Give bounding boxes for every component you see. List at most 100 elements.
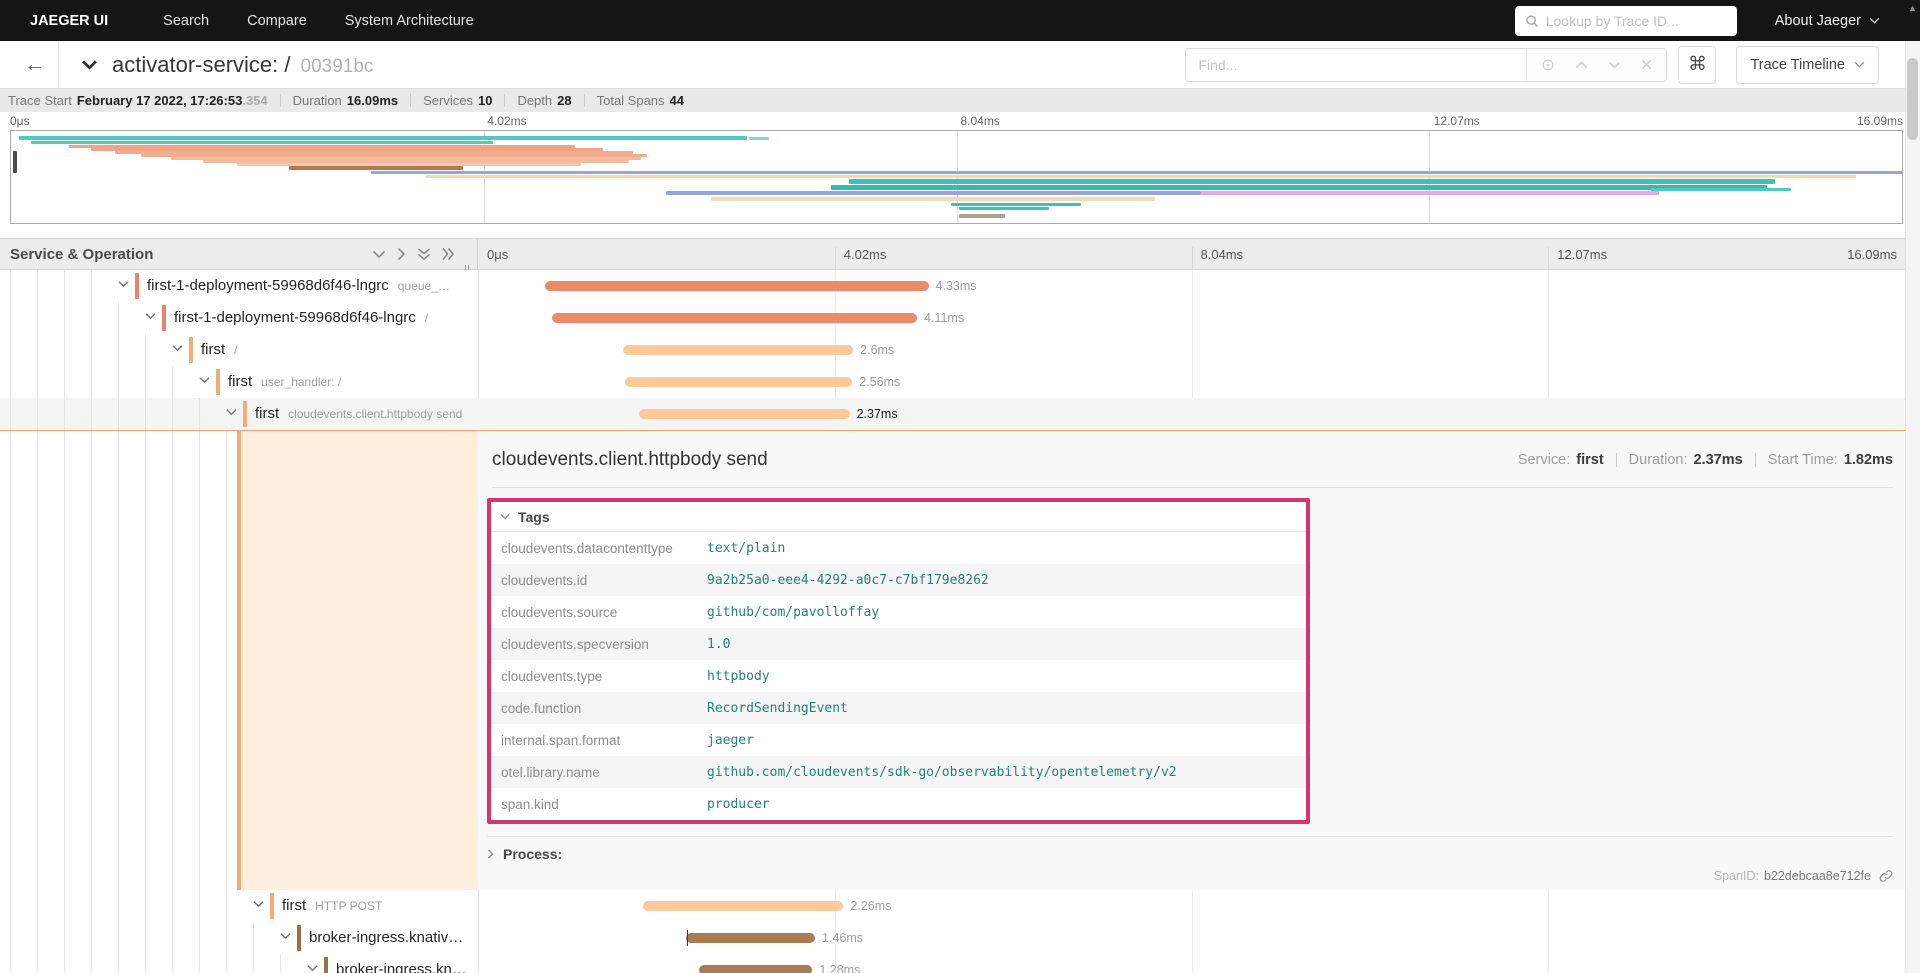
- detail-body: cloudevents.client.httpbody send Service…: [478, 431, 1905, 890]
- span-row[interactable]: broker-ingress.knativ… 1.46ms: [0, 922, 1905, 954]
- service-name[interactable]: first-1-deployment-59968d6f46-lngrc queue…: [147, 277, 450, 294]
- chevron-down-icon[interactable]: [307, 964, 318, 972]
- trace-info-value: 44: [669, 93, 685, 108]
- chevron-down-icon[interactable]: [253, 900, 264, 908]
- indent-guide: [91, 398, 92, 430]
- indent-guide: [91, 366, 92, 398]
- trace-title-chevron-down-icon[interactable]: [81, 59, 98, 70]
- nav-item-system-architecture[interactable]: System Architecture: [326, 13, 493, 29]
- indent-guide: [145, 431, 146, 890]
- prev-match-chevron-up-icon[interactable]: [1575, 60, 1588, 69]
- indent-guide: [199, 431, 200, 890]
- nav-item-compare[interactable]: Compare: [228, 13, 326, 29]
- service-name[interactable]: broker-ingress.kn…: [336, 961, 467, 973]
- about-jaeger-menu[interactable]: About Jaeger: [1775, 13, 1880, 29]
- indent-guide: [64, 302, 65, 334]
- minimap-tick-label: 16.09ms: [1856, 114, 1903, 128]
- tag-value: 1.0: [707, 636, 731, 652]
- service-name[interactable]: first user_handler: /: [228, 373, 341, 390]
- service-operation-title: Service & Operation: [10, 245, 154, 263]
- timeline-gridline: [1191, 247, 1193, 269]
- divider: [504, 94, 506, 107]
- span-row[interactable]: first/2.6ms: [0, 334, 1905, 366]
- command-icon: ⌘: [1687, 54, 1707, 75]
- app-brand[interactable]: JAEGER UI: [30, 13, 108, 29]
- span-bar[interactable]: [552, 313, 917, 323]
- minimap-time-labels: 0μs 4.02ms 8.04ms 12.07ms 16.09ms: [10, 112, 1903, 130]
- span-row[interactable]: first-1-deployment-59968d6f46-lngrc/4.11…: [0, 302, 1905, 334]
- chevron-down-icon[interactable]: [199, 376, 210, 384]
- indent-guide: [226, 431, 227, 890]
- timeline-tick-label: 0μs: [487, 247, 509, 262]
- tag-row: cloudevents.specversion 1.0: [491, 628, 1306, 660]
- collapse-one-double-chevron-down-icon[interactable]: [417, 247, 431, 261]
- find-input[interactable]: [1186, 48, 1527, 81]
- span-duration-label: 2.26ms: [850, 899, 892, 913]
- indent-guide: [280, 954, 281, 973]
- indent-guide: [64, 954, 65, 973]
- scrollbar-thumb[interactable]: [1907, 58, 1918, 140]
- span-rows-above: first-1-deployment-59968d6f46-lngrc queue…: [0, 270, 1905, 430]
- next-match-chevron-down-icon[interactable]: [1608, 61, 1621, 69]
- span-bar[interactable]: [685, 933, 816, 943]
- indent-guide: [199, 954, 200, 973]
- span-row[interactable]: first cloudevents.client.httpbody send 2.3…: [0, 398, 1905, 430]
- scrollbar[interactable]: ▲: [1905, 0, 1920, 973]
- span-row-tree-cell: broker-ingress.kn…: [0, 954, 478, 973]
- span-row[interactable]: first user_handler: / 2.56ms: [0, 366, 1905, 398]
- trace-minimap[interactable]: [10, 130, 1903, 224]
- span-bar[interactable]: [639, 409, 850, 419]
- span-bar[interactable]: [625, 377, 853, 387]
- chevron-down-icon[interactable]: [118, 280, 129, 288]
- span-bar[interactable]: [698, 965, 813, 973]
- chevron-down-icon[interactable]: [172, 344, 183, 352]
- service-name[interactable]: first /: [201, 341, 238, 358]
- timeline-tick-label: 8.04ms: [1200, 247, 1244, 262]
- indent-guide: [145, 922, 146, 954]
- trace-lookup-box[interactable]: [1514, 5, 1737, 36]
- service-name[interactable]: first-1-deployment-59968d6f46-lngrc /: [174, 309, 428, 326]
- chevron-down-icon[interactable]: [226, 408, 237, 416]
- span-bar[interactable]: [622, 345, 854, 355]
- service-name[interactable]: broker-ingress.knativ…: [309, 929, 463, 946]
- chevron-down-icon[interactable]: [145, 312, 156, 320]
- span-bar[interactable]: [642, 901, 844, 911]
- tags-accordion-header[interactable]: Tags: [491, 502, 1306, 532]
- service-color-stripe: [297, 925, 301, 951]
- chevron-down-icon[interactable]: [280, 932, 291, 940]
- indent-guide: [226, 922, 227, 954]
- detail-span-title: cloudevents.client.httpbody send: [492, 449, 768, 470]
- indent-guide: [64, 270, 65, 302]
- process-accordion-header[interactable]: Process:: [487, 836, 1893, 862]
- span-rows-below: first HTTP POST 2.26ms broker-ingress.knati…: [0, 890, 1905, 973]
- scrollbar-up-arrow-icon[interactable]: ▲: [1908, 3, 1917, 13]
- back-arrow-icon[interactable]: ←: [24, 53, 58, 77]
- tag-key: code.function: [501, 700, 582, 716]
- service-name[interactable]: first cloudevents.client.httpbody send: [255, 405, 462, 422]
- tag-key: cloudevents.type: [501, 668, 603, 684]
- trace-view-selector[interactable]: Trace Timeline: [1736, 45, 1879, 84]
- indent-guide: [64, 366, 65, 398]
- scroll-to-match-icon[interactable]: [1541, 58, 1555, 72]
- scrollbar-track[interactable]: [1905, 41, 1920, 973]
- trace-lookup-input[interactable]: [1545, 12, 1727, 29]
- expand-all-chevron-right-icon[interactable]: [397, 247, 406, 261]
- chevron-right-icon: [487, 849, 494, 859]
- clear-find-close-icon[interactable]: [1641, 59, 1652, 70]
- meta-start-time-label: Start Time:: [1767, 452, 1838, 468]
- trace-title-text: activator-service: /: [112, 51, 291, 77]
- expand-one-double-chevron-right-icon[interactable]: [442, 247, 455, 261]
- span-row[interactable]: first HTTP POST 2.26ms: [0, 890, 1905, 922]
- span-row[interactable]: broker-ingress.kn… 1.28ms: [0, 954, 1905, 973]
- span-row[interactable]: first-1-deployment-59968d6f46-lngrc queue…: [0, 270, 1905, 302]
- link-icon[interactable]: [1879, 869, 1893, 883]
- keyboard-shortcuts-button[interactable]: ⌘: [1678, 45, 1717, 84]
- span-bar[interactable]: [544, 281, 929, 291]
- indent-guide: [145, 890, 146, 922]
- span-row-timeline-cell: 2.26ms: [478, 890, 1905, 922]
- indent-guide: [118, 431, 119, 890]
- service-name[interactable]: first HTTP POST: [282, 897, 382, 914]
- nav-item-search[interactable]: Search: [144, 13, 228, 29]
- indent-guide: [172, 922, 173, 954]
- collapse-all-chevron-down-icon[interactable]: [372, 250, 386, 259]
